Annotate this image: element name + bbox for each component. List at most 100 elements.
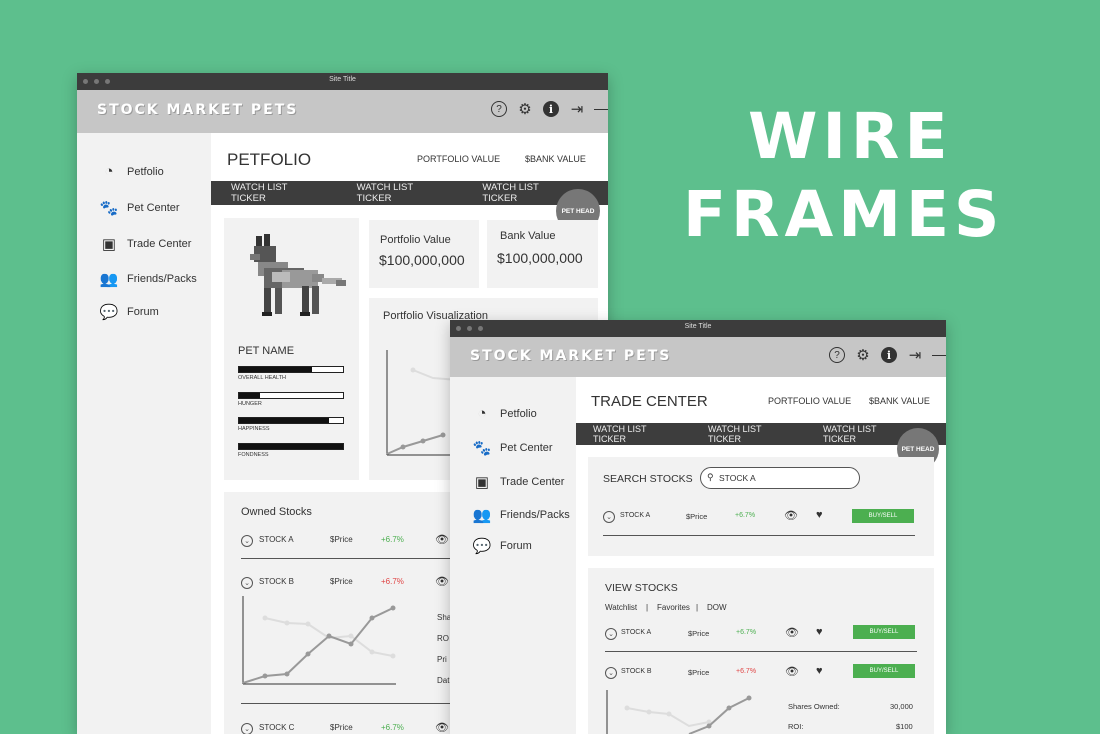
bank-value-link[interactable]: $BANK VALUE — [525, 154, 586, 164]
portfolio-value-card: Portfolio Value $100,000,000 — [369, 220, 479, 288]
trade-center-window: Site Title STOCK MARKET PETS ? ⚙ i ⇥ ◔ Pe… — [450, 320, 946, 734]
stock-change: +6.7% — [736, 668, 757, 675]
sidebar-item-trade-center[interactable]: ▣ Trade Center — [99, 235, 192, 253]
gear-icon[interactable]: ⚙ — [854, 346, 872, 364]
stock-price: $Price — [686, 512, 708, 521]
app-header: STOCK MARKET PETS ? ⚙ i ⇥ — [450, 337, 946, 377]
bank-value-link[interactable]: $BANK VALUE — [869, 396, 930, 406]
app-header: STOCK MARKET PETS ? ⚙ i ⇥ — [77, 90, 608, 133]
watchlist-ticker: WATCH LIST TICKER WATCH LIST TICKER WATC… — [211, 181, 608, 205]
sidebar-item-petfolio[interactable]: ◔ Petfolio — [472, 405, 536, 422]
stock-price: $Price — [330, 535, 353, 544]
page-title: TRADE CENTER — [591, 393, 708, 410]
brand-logo: STOCK MARKET PETS — [470, 348, 672, 364]
view-stocks-card: VIEW STOCKS Watchlist | Favorites | DOW … — [588, 568, 934, 734]
detail-label: Shares Owned: — [788, 702, 840, 711]
chevron-down-icon[interactable]: ⌄ — [605, 667, 617, 679]
buy-sell-button[interactable]: BUY/SELL — [853, 625, 915, 639]
sidebar-item-pet-center[interactable]: 🐾 Pet Center — [472, 439, 553, 457]
search-input[interactable]: ⚲ STOCK A — [700, 467, 860, 489]
eye-icon[interactable]: 👁 — [785, 665, 799, 678]
search-icon: ⚲ — [707, 472, 714, 482]
heart-icon[interactable]: ♥ — [816, 665, 823, 677]
search-stocks-card: SEARCH STOCKS ⚲ STOCK A ⌄ STOCK A $Price… — [588, 457, 934, 556]
stock-price: $Price — [330, 577, 353, 586]
filter-favorites[interactable]: Favorites — [657, 603, 690, 612]
info-circle-icon[interactable]: i — [880, 346, 898, 364]
paw-icon: 🐾 — [472, 440, 492, 457]
bank-value-amount: $100,000,000 — [497, 250, 583, 266]
filter-watchlist[interactable]: Watchlist — [605, 603, 637, 612]
filter-dow[interactable]: DOW — [707, 603, 727, 612]
ticker-item[interactable]: WATCH LIST TICKER — [482, 182, 570, 204]
chevron-down-icon[interactable]: ⌄ — [241, 535, 253, 547]
window-title: Site Title — [329, 76, 356, 83]
stock-name: STOCK C — [259, 723, 295, 732]
chevron-down-icon[interactable]: ⌄ — [605, 628, 617, 640]
gear-icon[interactable]: ⚙ — [516, 100, 534, 118]
logout-icon[interactable]: ⇥ — [568, 100, 586, 118]
eye-icon[interactable]: 👁 — [785, 626, 799, 639]
sidebar-item-trade-center[interactable]: ▣ Trade Center — [472, 473, 565, 491]
users-icon: 👥 — [472, 507, 492, 524]
page-title: PETFOLIO — [227, 150, 312, 169]
brand-logo: STOCK MARKET PETS — [97, 102, 299, 118]
ticker-item[interactable]: WATCH LIST TICKER — [231, 182, 319, 204]
ticker-item[interactable]: WATCH LIST TICKER — [357, 182, 445, 204]
heart-icon[interactable]: ♥ — [816, 509, 823, 521]
sidebar-item-forum[interactable]: 💬 Forum — [472, 537, 532, 555]
paw-icon: 🐾 — [99, 200, 119, 217]
comments-icon: 💬 — [472, 538, 492, 555]
buy-sell-button[interactable]: BUY/SELL — [853, 664, 915, 678]
stat-label: HAPPINESS — [238, 426, 270, 432]
stock-b-chart — [606, 690, 752, 734]
question-circle-icon[interactable]: ? — [490, 100, 508, 118]
wolf-pet-image — [250, 234, 346, 316]
portfolio-value-link[interactable]: PORTFOLIO VALUE — [768, 396, 851, 406]
hunger-bar — [238, 392, 344, 399]
watchlist-ticker: WATCH LIST TICKER WATCH LIST TICKER WATC… — [576, 423, 946, 445]
money-icon: ▣ — [101, 236, 117, 253]
eye-icon[interactable]: 👁 — [435, 533, 449, 546]
search-stocks-label: SEARCH STOCKS — [603, 473, 693, 485]
sidebar-item-forum[interactable]: 💬 Forum — [99, 303, 159, 321]
sidebar: ◔ Petfolio 🐾 Pet Center ▣ Trade Center 👥 Fri… — [450, 377, 576, 734]
chevron-down-icon[interactable]: ⌄ — [241, 723, 253, 734]
sidebar-item-petfolio[interactable]: ◔ Petfolio — [99, 163, 163, 180]
stat-label: FONDNESS — [238, 452, 269, 458]
eye-icon[interactable]: 👁 — [784, 509, 798, 522]
logout-icon[interactable]: ⇥ — [906, 346, 924, 364]
buy-sell-button[interactable]: BUY/SELL — [852, 509, 914, 523]
portfolio-value-label: Portfolio Value — [380, 234, 451, 246]
dashboard-gauge-icon: ◔ — [104, 163, 114, 180]
info-circle-icon[interactable]: i — [542, 100, 560, 118]
owned-stocks-title: Owned Stocks — [241, 506, 312, 518]
sidebar-item-pet-center[interactable]: 🐾 Pet Center — [99, 199, 180, 217]
ticker-item[interactable]: WATCH LIST TICKER — [823, 424, 908, 444]
ticker-item[interactable]: WATCH LIST TICKER — [593, 424, 678, 444]
sidebar-item-friends-packs[interactable]: 👥 Friends/Packs — [472, 506, 570, 524]
bank-value-label: Bank Value — [500, 230, 556, 242]
window-titlebar: Site Title — [77, 73, 608, 90]
bank-value-card: Bank Value $100,000,000 — [487, 220, 598, 288]
chevron-down-icon[interactable]: ⌄ — [241, 577, 253, 589]
stock-change: +6.7% — [381, 723, 404, 732]
stat-label: OVERALL HEALTH — [238, 375, 286, 381]
search-input-value: STOCK A — [719, 473, 756, 483]
portfolio-value-link[interactable]: PORTFOLIO VALUE — [417, 154, 500, 164]
sidebar-item-friends-packs[interactable]: 👥 Friends/Packs — [99, 270, 197, 288]
chevron-down-icon[interactable]: ⌄ — [603, 511, 615, 523]
heading-wire: WIRE — [748, 100, 953, 173]
eye-icon[interactable]: 👁 — [435, 575, 449, 588]
filter-separator: | — [646, 603, 649, 612]
stock-name: STOCK A — [259, 535, 294, 544]
comments-icon: 💬 — [99, 304, 119, 321]
filter-separator: | — [696, 603, 699, 612]
heart-icon[interactable]: ♥ — [816, 626, 823, 638]
detail-label: Pri — [437, 655, 447, 664]
portfolio-value-amount: $100,000,000 — [379, 252, 465, 268]
eye-icon[interactable]: 👁 — [435, 721, 449, 734]
stock-name: STOCK A — [621, 629, 652, 636]
question-circle-icon[interactable]: ? — [828, 346, 846, 364]
ticker-item[interactable]: WATCH LIST TICKER — [708, 424, 793, 444]
